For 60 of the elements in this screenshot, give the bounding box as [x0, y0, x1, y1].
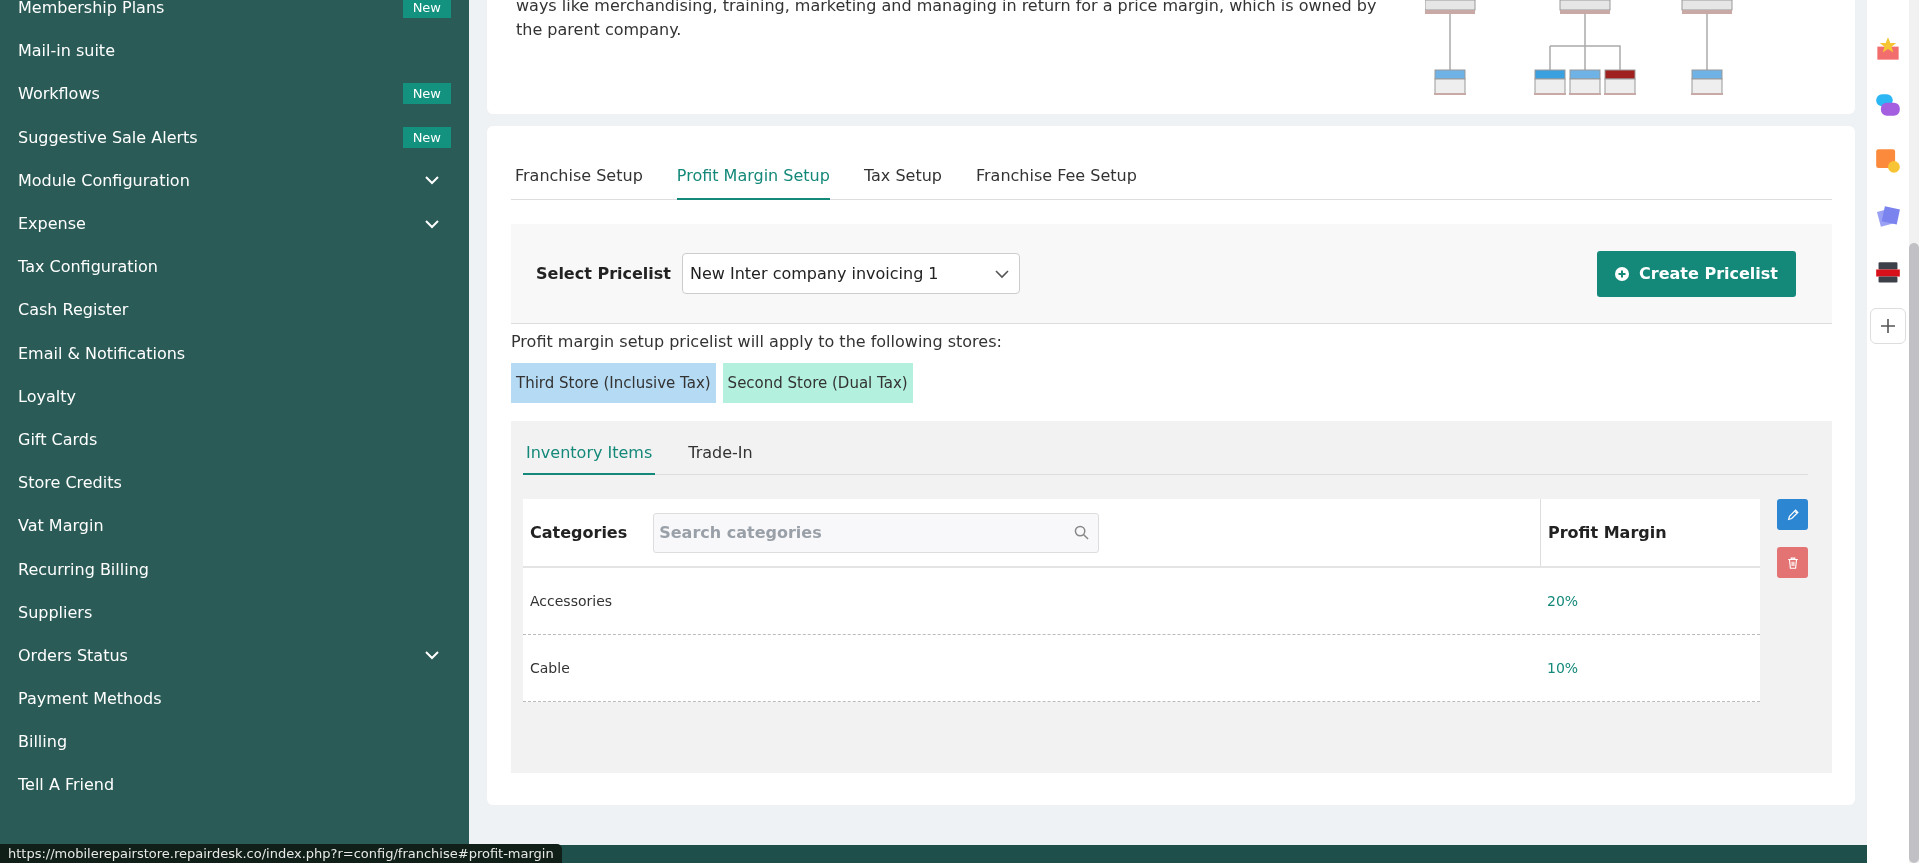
sidebar-item[interactable]: Payment Methods — [18, 677, 451, 721]
trash-icon — [1785, 555, 1800, 570]
search-icon — [1074, 524, 1090, 540]
search-field[interactable]: Search categories — [653, 512, 1100, 553]
table-cell: Cable — [530, 660, 570, 676]
sidebar-item[interactable]: Gift Cards — [18, 417, 451, 462]
tab[interactable]: Inventory Items — [523, 433, 656, 475]
sidebar-item[interactable]: Module Configuration — [18, 158, 451, 202]
pricelist-select[interactable]: New Inter company invoicing 1 — [682, 253, 1020, 294]
tab[interactable]: Tax Setup — [863, 156, 942, 200]
new-badge: New — [402, 0, 451, 19]
store-tag: Second Store (Dual Tax) — [722, 363, 913, 403]
column-header: Profit Margin — [1548, 523, 1667, 542]
delete-button[interactable] — [1777, 547, 1808, 578]
sidebar-item[interactable]: Expense — [18, 201, 451, 246]
sidebar-item[interactable]: Loyalty — [18, 374, 451, 418]
stores-note: Profit margin setup pricelist will apply to the following stores: — [511, 331, 1003, 353]
sidebar-item[interactable]: Mail-in suite — [18, 29, 451, 73]
chevron-down-icon — [995, 268, 1009, 279]
chevron-down-icon — [425, 218, 439, 229]
sidebar-item[interactable]: Store Credits — [18, 461, 451, 505]
sidebar-item[interactable]: Cash Register — [18, 288, 451, 332]
sidebar-item[interactable]: Suggestive Sale Alerts New — [18, 115, 451, 159]
plus-icon — [1880, 318, 1896, 334]
sidebar-item[interactable]: Tax Configuration — [18, 245, 451, 289]
sidebar-item[interactable]: Workflows New — [18, 72, 451, 116]
tab[interactable]: Franchise Fee Setup — [975, 156, 1137, 200]
status-url: https://mobilerepairstore.repairdesk.co/index.php?r=config/franchise#profit-margin — [0, 844, 562, 863]
description-text: the parent company. — [516, 19, 683, 41]
new-badge: New — [402, 83, 451, 105]
cards-icon — [1875, 204, 1901, 230]
sidebar-item[interactable]: Tell A Friend — [18, 763, 451, 807]
sidebar-item[interactable]: Suppliers — [18, 590, 451, 634]
square-circle-icon — [1875, 148, 1901, 174]
tab[interactable]: Profit Margin Setup — [676, 156, 830, 200]
table-cell: Accessories — [530, 593, 613, 609]
tab[interactable]: Franchise Setup — [515, 156, 643, 200]
tab[interactable]: Trade-In — [685, 433, 756, 475]
table-cell: 20% — [1547, 593, 1579, 609]
add-button[interactable] — [1870, 308, 1906, 344]
pencil-icon — [1785, 507, 1800, 522]
edit-button[interactable] — [1777, 499, 1808, 530]
chevron-down-icon — [425, 175, 439, 186]
sidebar-item[interactable]: Orders Status — [18, 633, 451, 677]
sidebar-item[interactable]: Billing — [18, 720, 451, 764]
table-cell: 10% — [1547, 660, 1579, 676]
select-pricelist-label: Select Pricelist — [536, 264, 672, 283]
store-tag: Third Store (Inclusive Tax) — [511, 363, 716, 403]
gift-star-icon — [1875, 36, 1901, 62]
column-header: Categories — [530, 523, 628, 542]
sidebar-item[interactable]: Email & Notifications — [18, 331, 451, 375]
sidebar-item[interactable]: Vat Margin — [18, 504, 451, 548]
sidebar-item[interactable]: Membership Plans New — [18, 0, 451, 30]
chat-bubbles-icon — [1875, 92, 1901, 118]
chevron-down-icon — [425, 650, 439, 661]
create-pricelist-button[interactable]: Create Pricelist — [1597, 250, 1796, 297]
plus-circle-icon — [1615, 266, 1630, 281]
sidebar-item[interactable]: Recurring Billing — [18, 547, 451, 591]
new-badge: New — [402, 126, 451, 148]
scrollbar[interactable] — [1909, 0, 1919, 863]
